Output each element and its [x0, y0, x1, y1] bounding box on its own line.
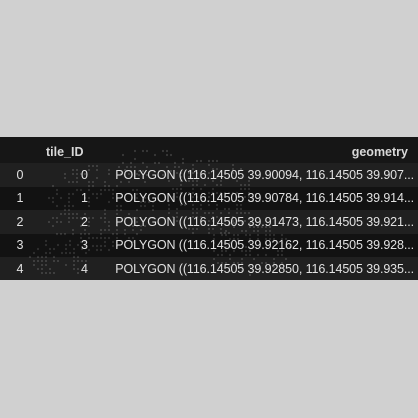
tile-id-cell: 4: [81, 261, 88, 276]
tile-id-column-header: tile_ID: [46, 145, 84, 159]
table-row: 2 2 POLYGON ((116.14505 39.91473, 116.14…: [0, 210, 418, 234]
table-row: 1 1 POLYGON ((116.14505 39.90784, 116.14…: [0, 186, 418, 210]
tile-id-cell: 2: [81, 214, 88, 229]
row-index: 4: [16, 261, 24, 276]
row-index: 2: [16, 214, 24, 229]
geometry-cell: POLYGON ((116.14505 39.91473, 116.14505 …: [115, 214, 414, 229]
geometry-cell: POLYGON ((116.14505 39.90094, 116.14505 …: [115, 167, 414, 182]
table-row: 3 3 POLYGON ((116.14505 39.92162, 116.14…: [0, 233, 418, 257]
table-row: 0 0 POLYGON ((116.14505 39.90094, 116.14…: [0, 163, 418, 187]
tile-id-cell: 3: [81, 238, 88, 253]
row-index: 0: [16, 167, 24, 182]
table-body: 0 0 POLYGON ((116.14505 39.90094, 116.14…: [0, 163, 418, 280]
geometry-column-header: geometry: [351, 145, 408, 159]
table-row: 4 4 POLYGON ((116.14505 39.92850, 116.14…: [0, 257, 418, 280]
tile-id-cell: 0: [81, 167, 88, 182]
geometry-cell: POLYGON ((116.14505 39.92162, 116.14505 …: [115, 238, 414, 253]
row-index: 1: [16, 191, 24, 206]
geometry-cell: POLYGON ((116.14505 39.92850, 116.14505 …: [115, 261, 414, 276]
table-header: tile_ID geometry: [0, 141, 418, 163]
tile-id-cell: 1: [81, 191, 88, 206]
dataframe-table: tile_ID geometry 0 0 POLYGON ((116.14505…: [0, 141, 418, 280]
index-column-header: [0, 141, 40, 163]
dataframe-output-panel: tile_ID geometry 0 0 POLYGON ((116.14505…: [0, 137, 418, 280]
geometry-cell: POLYGON ((116.14505 39.90784, 116.14505 …: [115, 191, 414, 206]
row-index: 3: [16, 238, 24, 253]
